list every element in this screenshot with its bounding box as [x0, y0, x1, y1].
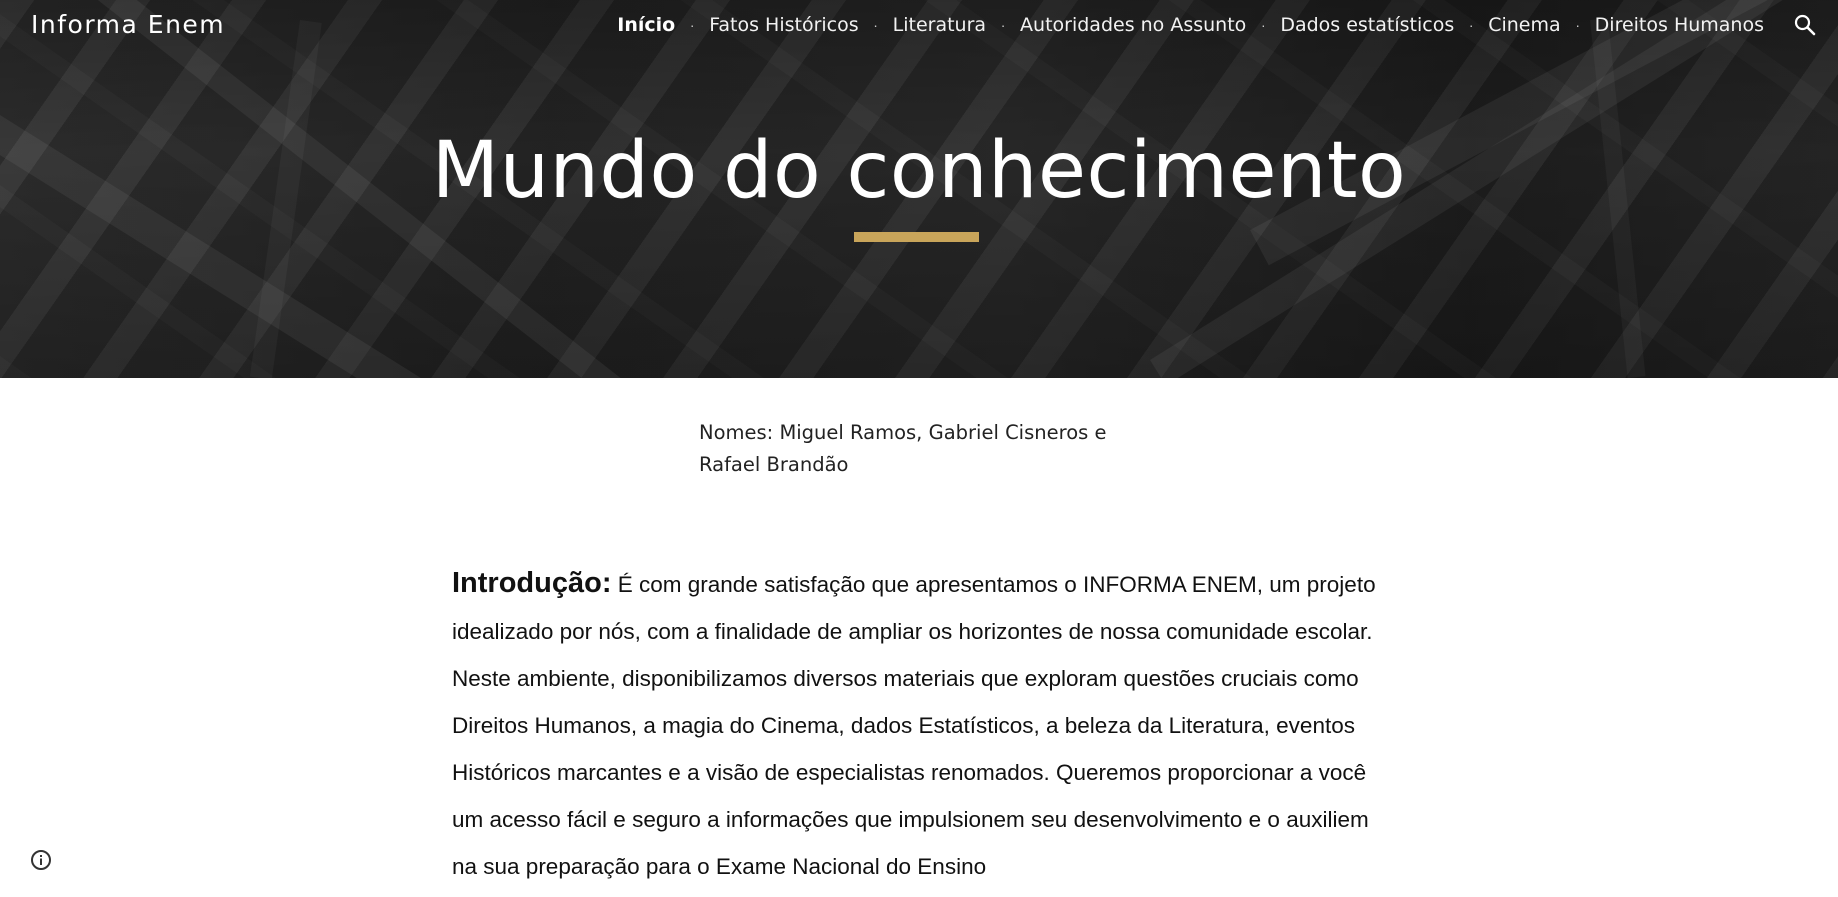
authors-line-2: Rafael Brandão: [699, 453, 849, 476]
info-icon: [31, 850, 51, 870]
intro-text: É com grande satisfação que apresentamos…: [452, 572, 1376, 879]
nav-item-inicio[interactable]: Início: [617, 10, 675, 40]
page-title: Mundo do conhecimento: [431, 126, 1407, 216]
nav-separator: ·: [1575, 17, 1580, 33]
nav-item-direitos-humanos[interactable]: Direitos Humanos: [1595, 10, 1764, 40]
nav-separator: ·: [1260, 17, 1266, 33]
authors-names: Nomes: Miguel Ramos, Gabriel Cisneros e …: [699, 417, 1119, 481]
hero-banner: Informa Enem Início · Fatos Históricos ·…: [0, 0, 1838, 378]
intro-heading: Introdução:: [452, 567, 612, 599]
search-button[interactable]: [1790, 10, 1820, 40]
nav-item-literatura[interactable]: Literatura: [893, 10, 986, 40]
nav-item-fatos-historicos[interactable]: Fatos Históricos: [709, 10, 858, 40]
authors-line-1: Nomes: Miguel Ramos, Gabriel Cisneros e: [699, 421, 1107, 444]
site-info-button[interactable]: [28, 847, 54, 873]
nav-item-cinema[interactable]: Cinema: [1488, 10, 1560, 40]
nav-separator: ·: [689, 17, 695, 33]
nav-separator: ·: [1000, 17, 1006, 33]
nav-separator: ·: [873, 17, 878, 33]
nav-item-dados-estatisticos[interactable]: Dados estatísticos: [1280, 10, 1454, 40]
title-accent-rule: [854, 232, 979, 242]
nav-separator: ·: [1468, 17, 1474, 33]
nav-item-autoridades[interactable]: Autoridades no Assunto: [1020, 10, 1246, 40]
intro-paragraph: Introdução: É com grande satisfação que …: [452, 560, 1392, 890]
search-icon: [1794, 14, 1816, 36]
site-title[interactable]: Informa Enem: [31, 10, 225, 40]
main-nav: Início · Fatos Históricos · Literatura ·…: [617, 10, 1764, 40]
